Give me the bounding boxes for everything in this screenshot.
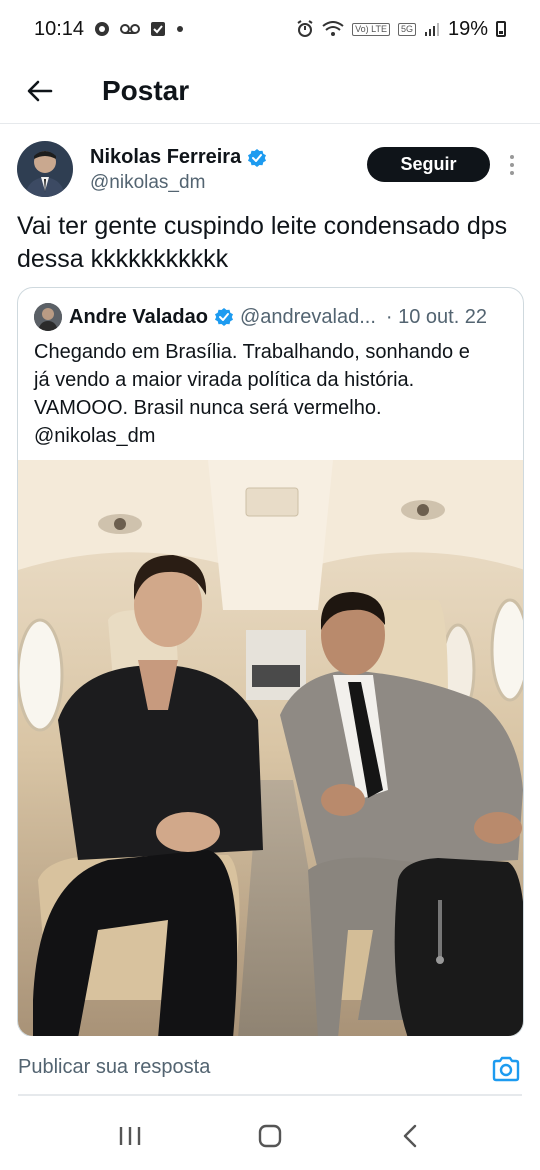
quoted-tweet-date: · 10 out. 22 xyxy=(385,305,488,328)
verified-badge-icon xyxy=(248,148,267,167)
author-name-text: Nikolas Ferreira xyxy=(90,146,242,168)
checkbox-icon xyxy=(150,21,166,37)
more-options-button[interactable] xyxy=(502,152,522,178)
more-dot xyxy=(510,171,514,175)
quoted-tweet-card[interactable]: Andre Valadao @andrevalad... · 10 out. 2… xyxy=(17,287,524,1037)
chrome-icon xyxy=(94,21,110,37)
signal-icon xyxy=(424,21,440,37)
battery-percent: 19% xyxy=(447,17,488,40)
tweet-author-row: Nikolas Ferreira @nikolas_dm Seguir xyxy=(0,124,540,206)
status-right: Vo) LTE 5G 19% xyxy=(296,18,506,41)
status-time: 10:14 xyxy=(34,17,85,40)
volte-badge: Vo) LTE xyxy=(352,22,390,36)
author-avatar[interactable] xyxy=(17,141,73,197)
verified-badge-icon xyxy=(214,308,233,326)
reply-input[interactable]: Publicar sua resposta xyxy=(18,1056,210,1079)
quoted-author-name: Andre Valadao xyxy=(69,305,208,328)
status-bar: 10:14 Vo) LTE 5G 19% xyxy=(0,0,540,58)
system-back-button[interactable] xyxy=(380,1112,440,1160)
back-button[interactable] xyxy=(0,58,80,124)
page-header: Postar xyxy=(0,58,540,124)
camera-icon xyxy=(492,1056,520,1082)
status-left: 10:14 xyxy=(34,18,184,41)
arrow-left-icon xyxy=(27,80,53,101)
chevron-left-icon xyxy=(403,1124,417,1148)
quoted-author-handle: @andrevalad... xyxy=(239,305,376,328)
quoted-author-avatar xyxy=(34,303,62,331)
tweet-text: Vai ter gente cuspindo leite condensado … xyxy=(17,212,508,273)
quoted-tweet-text: Chegando em Brasília. Trabalhando, sonha… xyxy=(34,341,470,447)
follow-button[interactable]: Seguir xyxy=(367,147,490,182)
reply-divider xyxy=(18,1094,522,1096)
system-nav-bar xyxy=(0,1102,540,1170)
network-badge: 5G xyxy=(397,22,416,36)
more-dot xyxy=(510,155,514,159)
recent-apps-button[interactable] xyxy=(100,1112,160,1160)
camera-button[interactable] xyxy=(490,1053,522,1085)
alarm-icon xyxy=(296,20,314,38)
home-icon xyxy=(258,1124,282,1148)
battery-icon xyxy=(496,21,506,37)
reply-bar: Publicar sua resposta xyxy=(0,1036,540,1102)
more-dot xyxy=(510,163,514,167)
dot-icon xyxy=(176,25,184,33)
wifi-icon xyxy=(322,21,344,37)
voicemail-icon xyxy=(120,23,141,35)
quoted-tweet-header: Andre Valadao @andrevalad... · 10 out. 2… xyxy=(34,302,487,332)
recents-icon xyxy=(119,1127,141,1145)
page-title: Postar xyxy=(102,74,190,106)
quoted-tweet-photo[interactable] xyxy=(18,460,523,1036)
author-handle[interactable]: @nikolas_dm xyxy=(90,172,205,194)
home-button[interactable] xyxy=(240,1112,300,1160)
author-name[interactable]: Nikolas Ferreira xyxy=(90,146,267,169)
